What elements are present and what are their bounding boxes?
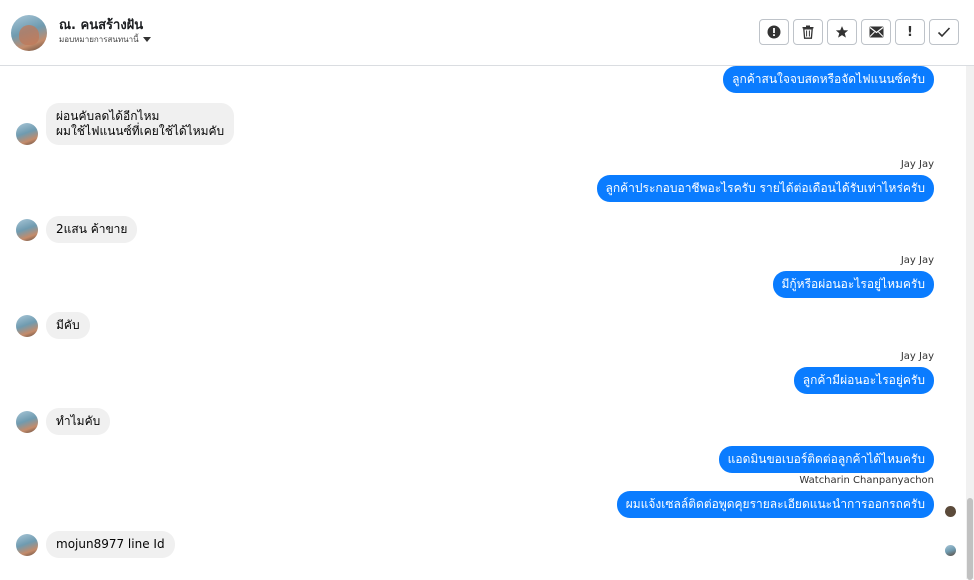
caret-down-icon	[142, 37, 151, 42]
envelope-icon	[869, 26, 883, 38]
contact-mini-avatar	[16, 219, 38, 241]
outgoing-message: แอดมินขอเบอร์ติดต่อลูกค้าได้ไหมครับ	[718, 446, 934, 473]
header-toolbar: !	[759, 19, 959, 45]
contact-mini-avatar	[16, 315, 38, 337]
message-thread[interactable]: ลูกค้าสนใจจบสดหรือจัดไฟแนนซ์ครับ ผ่อนคับ…	[0, 66, 966, 579]
incoming-message: ทำไมคับ	[46, 408, 111, 435]
contact-mini-avatar	[16, 123, 38, 145]
read-receipt-avatar	[945, 506, 956, 517]
seen-by-avatar	[945, 545, 956, 556]
incoming-message: มีคับ	[46, 312, 90, 339]
outgoing-message: ลูกค้าประกอบอาชีพอะไรครับ รายได้ต่อเดือน…	[596, 175, 934, 202]
scrollbar-thumb[interactable]	[967, 498, 973, 580]
thread-scrollbar[interactable]	[966, 66, 974, 580]
contact-name[interactable]: ณ. คนสร้างฝัน	[59, 14, 143, 35]
mark-unread-button[interactable]	[861, 19, 891, 45]
contact-mini-avatar	[16, 411, 38, 433]
sender-name: Jay Jay	[900, 159, 934, 170]
incoming-message: ผ่อนคับลดได้อีกไหม ผมใช้ไฟแนนซ์ที่เคยใช้…	[46, 103, 235, 145]
conversation-header: ณ. คนสร้างฝัน มอบหมายการสนทนานี้ !	[0, 0, 974, 66]
trash-icon	[802, 25, 814, 39]
contact-avatar[interactable]	[11, 15, 47, 51]
outgoing-message: ลูกค้าสนใจจบสดหรือจัดไฟแนนซ์ครับ	[723, 66, 934, 93]
incoming-message: mojun8977 line Id	[46, 531, 175, 558]
contact-mini-avatar	[16, 534, 38, 556]
mark-done-button[interactable]	[929, 19, 959, 45]
sender-name: Jay Jay	[900, 255, 934, 266]
delete-button[interactable]	[793, 19, 823, 45]
incoming-message: 2แสน ค้าขาย	[46, 216, 138, 243]
star-button[interactable]	[827, 19, 857, 45]
sender-name: Watcharin Chanpanyachon	[799, 475, 934, 486]
outgoing-message: ผมแจ้งเซลล์ติดต่อพูดคุยรายละเอียดแนะนำกา…	[616, 491, 934, 518]
sender-name: Jay Jay	[900, 351, 934, 362]
assign-conversation-dropdown[interactable]: มอบหมายการสนทนานี้	[59, 33, 151, 46]
mark-spam-button[interactable]	[759, 19, 789, 45]
follow-up-button[interactable]: !	[895, 19, 925, 45]
assign-conversation-label: มอบหมายการสนทนานี้	[59, 35, 139, 44]
exclamation-icon: !	[907, 24, 913, 40]
alert-circle-icon	[767, 25, 781, 39]
outgoing-message: มีกู้หรือผ่อนอะไรอยู่ไหมครับ	[772, 271, 934, 298]
outgoing-message: ลูกค้ามีผ่อนอะไรอยู่ครับ	[793, 367, 934, 394]
star-icon	[835, 26, 849, 38]
check-icon	[937, 27, 951, 38]
